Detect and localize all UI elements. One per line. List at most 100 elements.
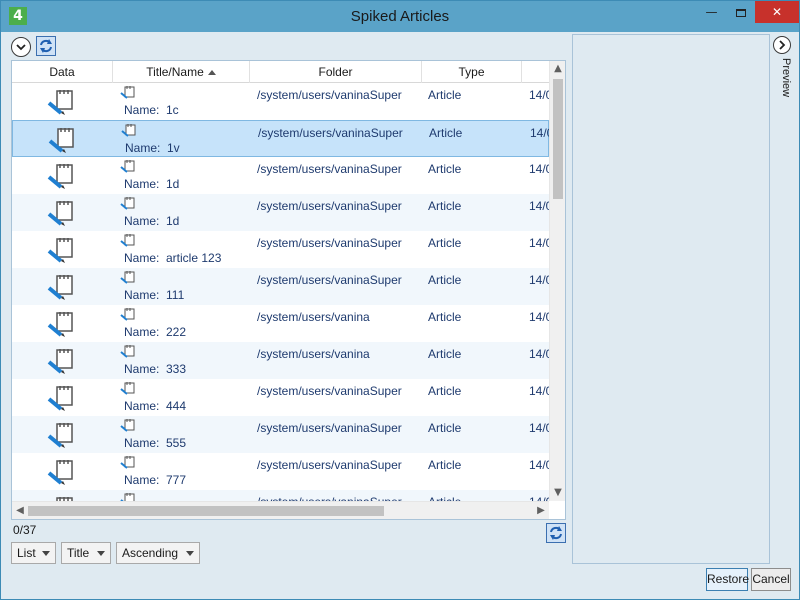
vertical-scrollbar[interactable]: ▲ ▼ — [549, 61, 565, 501]
row-name: 444 — [166, 399, 187, 413]
row-type: Article — [428, 236, 462, 250]
table-row[interactable]: Name: 1d /system/users/vaninaSuper Artic… — [12, 157, 549, 194]
table-row[interactable]: Name: 1c /system/users/vaninaSuper Artic… — [12, 83, 549, 120]
row-name-label: Name: — [124, 473, 160, 487]
article-data-icon — [47, 201, 73, 226]
article-data-icon — [47, 275, 73, 300]
row-name-label: Name: — [124, 325, 160, 339]
caret-down-icon — [42, 551, 50, 556]
row-name: 555 — [166, 436, 187, 450]
article-small-icon — [120, 308, 135, 321]
maximize-icon — [735, 8, 746, 17]
preview-toggle-button[interactable] — [773, 36, 791, 54]
maximize-button[interactable] — [726, 1, 755, 23]
minimize-button[interactable]: — — [697, 1, 726, 23]
refresh-button[interactable] — [36, 36, 56, 56]
column-header-folder[interactable]: Folder — [250, 61, 422, 83]
reload-list-button[interactable] — [546, 523, 566, 543]
table-row[interactable]: /system/users/vaninaSuper Article 14/0 — [12, 490, 549, 501]
view-mode-dropdown[interactable]: List — [11, 542, 56, 564]
row-type: Article — [429, 126, 463, 140]
column-header-data[interactable]: Data — [12, 61, 113, 83]
article-small-icon — [120, 197, 135, 210]
column-header-title[interactable]: Title/Name — [113, 61, 250, 83]
article-data-icon — [47, 386, 73, 411]
selection-count: 0/37 — [13, 523, 37, 537]
sort-field-dropdown[interactable]: Title — [61, 542, 111, 564]
row-name-label: Name: — [124, 362, 160, 376]
row-type: Article — [428, 88, 462, 102]
column-header-extra[interactable] — [522, 61, 549, 83]
sort-order-dropdown[interactable]: Ascending — [116, 542, 200, 564]
sort-order-value: Ascending — [122, 546, 179, 560]
article-small-icon — [120, 86, 135, 99]
article-small-icon — [120, 271, 135, 284]
row-name: 1d — [166, 214, 180, 228]
row-type: Article — [428, 384, 462, 398]
article-data-icon — [47, 164, 73, 189]
chevron-right-icon — [779, 40, 786, 50]
row-folder: /system/users/vaninaSuper — [257, 88, 402, 102]
article-small-icon — [120, 419, 135, 432]
table-row[interactable]: Name: 1d /system/users/vaninaSuper Artic… — [12, 194, 549, 231]
table-row[interactable]: Name: 777 /system/users/vaninaSuper Arti… — [12, 453, 549, 490]
sort-field-value: Title — [67, 546, 90, 560]
row-name-label: Name: — [125, 141, 161, 155]
row-name-label: Name: — [124, 251, 160, 265]
preview-label[interactable]: Preview — [772, 58, 792, 108]
table-row[interactable]: Name: article 123 /system/users/vaninaSu… — [12, 231, 549, 268]
horizontal-scroll-thumb[interactable] — [28, 506, 384, 516]
row-name: 777 — [166, 473, 187, 487]
scroll-left-icon[interactable]: ◀ — [12, 502, 28, 519]
table-row[interactable]: Name: 333 /system/users/vanina Article 1… — [12, 342, 549, 379]
row-date: 14/0 — [529, 347, 549, 361]
table-row[interactable]: Name: 444 /system/users/vaninaSuper Arti… — [12, 379, 549, 416]
row-date: 14/0 — [529, 421, 549, 435]
table-row[interactable]: Name: 111 /system/users/vaninaSuper Arti… — [12, 268, 549, 305]
view-mode-value: List — [17, 546, 36, 560]
article-data-icon — [47, 238, 73, 263]
row-name-label: Name: — [124, 103, 160, 117]
sort-ascending-icon — [207, 70, 216, 76]
row-date: 14/0 — [529, 310, 549, 324]
horizontal-scrollbar[interactable]: ◀ ▶ — [12, 501, 549, 519]
scroll-up-icon[interactable]: ▲ — [550, 61, 565, 77]
article-small-icon — [120, 382, 135, 395]
row-type: Article — [428, 273, 462, 287]
row-folder: /system/users/vaninaSuper — [257, 273, 402, 287]
table-row[interactable]: Name: 222 /system/users/vanina Article 1… — [12, 305, 549, 342]
close-button[interactable]: ✕ — [755, 1, 799, 23]
article-small-icon — [121, 124, 136, 137]
collapse-toggle-button[interactable] — [11, 37, 31, 57]
row-name-label: Name: — [124, 288, 160, 302]
row-date: 14/0 — [530, 126, 549, 140]
table-row[interactable]: Name: 1v /system/users/vaninaSuper Artic… — [12, 120, 549, 157]
article-small-icon — [120, 493, 135, 501]
scroll-right-icon[interactable]: ▶ — [533, 502, 549, 519]
article-small-icon — [120, 456, 135, 469]
table-row[interactable]: Name: 555 /system/users/vaninaSuper Arti… — [12, 416, 549, 453]
row-date: 14/0 — [529, 236, 549, 250]
article-data-icon — [47, 423, 73, 448]
restore-button[interactable]: Restore — [706, 568, 749, 591]
row-name: 222 — [166, 325, 187, 339]
title-bar[interactable]: 4 Spiked Articles — ✕ — [1, 1, 799, 32]
refresh-icon — [550, 526, 562, 540]
article-data-icon — [47, 460, 73, 485]
row-name: 1v — [167, 141, 180, 155]
row-folder: /system/users/vaninaSuper — [257, 458, 402, 472]
column-header-type[interactable]: Type — [422, 61, 522, 83]
grid-rows: Name: 1c /system/users/vaninaSuper Artic… — [12, 83, 549, 501]
caret-down-icon — [97, 551, 105, 556]
vertical-scroll-thumb[interactable] — [553, 79, 563, 199]
row-folder: /system/users/vaninaSuper — [257, 421, 402, 435]
article-data-icon — [47, 90, 73, 115]
row-date: 14/0 — [529, 199, 549, 213]
row-name-label: Name: — [124, 399, 160, 413]
article-small-icon — [120, 345, 135, 358]
row-name-label: Name: — [124, 177, 160, 191]
article-data-icon — [48, 128, 74, 153]
cancel-button[interactable]: Cancel — [751, 568, 791, 591]
row-folder: /system/users/vaninaSuper — [257, 236, 402, 250]
scroll-down-icon[interactable]: ▼ — [550, 485, 565, 501]
